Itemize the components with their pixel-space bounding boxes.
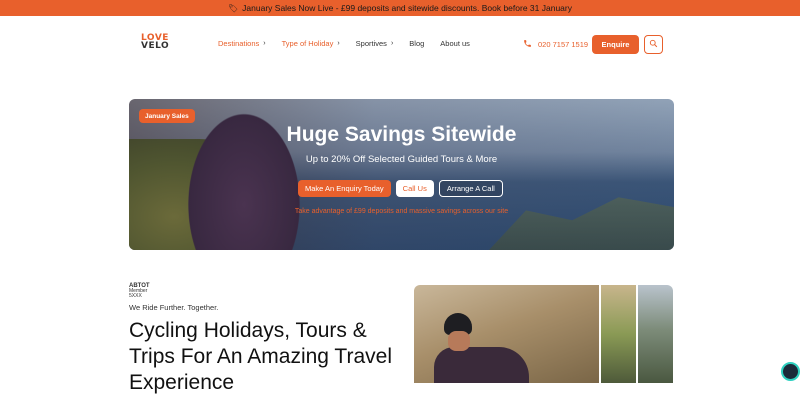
hero-background-cliff	[489, 197, 674, 250]
chat-widget-icon[interactable]	[781, 362, 800, 381]
hero-actions: Make An Enquiry Today Call Us Arrange A …	[298, 180, 503, 197]
hero-title: Huge Savings Sitewide	[286, 123, 517, 146]
nav-sportives[interactable]: Sportives ›	[356, 39, 394, 48]
hero-subtitle: Up to 20% Off Selected Guided Tours & Mo…	[305, 154, 498, 165]
phone-icon	[523, 39, 532, 50]
nav-blog[interactable]: Blog	[409, 39, 424, 48]
nav-destinations[interactable]: Destinations ›	[218, 39, 266, 48]
chevron-right-icon: ›	[390, 40, 394, 47]
main-nav: Destinations › Type of Holiday › Sportiv…	[218, 39, 470, 48]
promo-text: January Sales Now Live - £99 deposits an…	[242, 3, 572, 13]
search-icon	[649, 39, 658, 50]
hero-banner: January Sales Huge Savings Sitewide Up t…	[129, 99, 674, 250]
sale-badge: January Sales	[139, 109, 195, 123]
hero-rider-image	[179, 99, 309, 250]
site-header: LOVE VELO Destinations › Type of Holiday…	[129, 28, 674, 62]
abtot-logo: ABTOT Member 5XXX	[129, 283, 150, 299]
page-headline: Cycling Holidays, Tours & Trips For An A…	[129, 319, 392, 394]
love-velo-logo[interactable]: LOVE VELO	[141, 34, 175, 56]
make-enquiry-button[interactable]: Make An Enquiry Today	[298, 180, 391, 197]
enquire-button[interactable]: Enquire	[592, 35, 639, 54]
photo-gallery	[414, 285, 673, 383]
nav-about-us[interactable]: About us	[440, 39, 470, 48]
search-button[interactable]	[644, 35, 663, 54]
tagline: We Ride Further. Together.	[129, 303, 219, 312]
hero-note: Take advantage of £99 deposits and massi…	[294, 208, 509, 215]
nav-type-of-holiday[interactable]: Type of Holiday ›	[282, 39, 340, 48]
landscape-photo[interactable]	[599, 285, 636, 383]
chevron-right-icon: ›	[337, 40, 340, 47]
arrange-call-button[interactable]: Arrange A Call	[438, 180, 503, 197]
promo-banner[interactable]: 🏷 January Sales Now Live - £99 deposits …	[0, 0, 800, 16]
mountain-photo[interactable]	[636, 285, 673, 383]
phone-link[interactable]: 020 7157 1519	[523, 39, 588, 50]
call-us-button[interactable]: Call Us	[395, 180, 434, 197]
cyclist-photo[interactable]	[414, 285, 599, 383]
tag-icon: 🏷	[228, 3, 239, 13]
chevron-right-icon: ›	[263, 40, 266, 47]
